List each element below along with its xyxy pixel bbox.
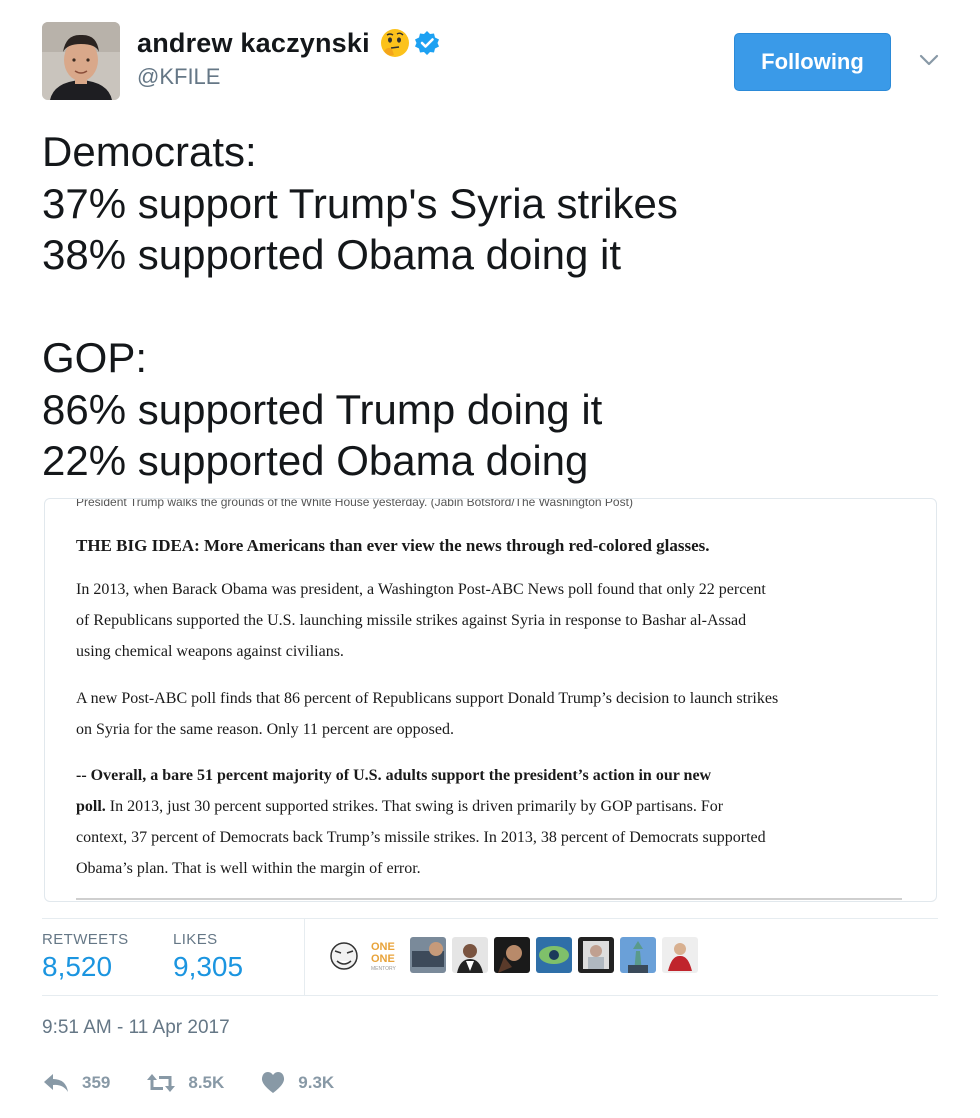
paragraph-line: on Syria for the same reason. Only 11 pe… bbox=[76, 721, 454, 738]
tweet-timestamp[interactable]: 9:51 AM - 11 Apr 2017 bbox=[42, 1017, 230, 1039]
liker-logo-text: ONE bbox=[371, 941, 395, 953]
tweet-line: 38% supported Obama doing it bbox=[42, 231, 622, 278]
paragraph-line: -- Overall, a bare 51 percent majority o… bbox=[76, 760, 766, 791]
photo-caption: President Trump walks the grounds of the… bbox=[76, 498, 633, 509]
tweet-line bbox=[42, 281, 942, 333]
author-avatar[interactable] bbox=[42, 22, 120, 100]
retweet-button[interactable]: 8.5K bbox=[146, 1071, 224, 1095]
tweet-text: Democrats: 37% support Trump's Syria str… bbox=[42, 126, 942, 487]
paragraph-line: using chemical weapons against civilians… bbox=[76, 643, 344, 660]
tweet-line: 37% support Trump's Syria strikes bbox=[42, 179, 678, 227]
liker-logo-text: MENTORY bbox=[371, 966, 396, 972]
liker-avatar[interactable] bbox=[326, 937, 362, 973]
likes-stat[interactable]: LIKES 9,305 bbox=[173, 931, 243, 983]
article-paragraph: A new Post-ABC poll finds that 86 percen… bbox=[76, 683, 778, 745]
thinking-face-icon bbox=[380, 28, 410, 58]
liker-avatars: ONE ONE MENTORY bbox=[326, 937, 698, 973]
bold-lead: -- Overall, a bare 51 percent majority o… bbox=[76, 767, 712, 784]
liker-avatar[interactable] bbox=[662, 937, 698, 973]
author-name-row: andrew kaczynski bbox=[137, 24, 440, 62]
stats-divider bbox=[304, 919, 305, 995]
reply-button[interactable]: 359 bbox=[42, 1071, 110, 1095]
liker-avatar[interactable] bbox=[410, 937, 446, 973]
paragraph-line: Obama’s plan. That is well within the ma… bbox=[76, 860, 421, 877]
author-display-name[interactable]: andrew kaczynski bbox=[137, 28, 370, 59]
card-divider bbox=[76, 898, 902, 900]
attached-image-card[interactable]: President Trump walks the grounds of the… bbox=[44, 498, 937, 902]
liker-avatar[interactable] bbox=[452, 937, 488, 973]
paragraph-text: In 2013, just 30 percent supported strik… bbox=[105, 798, 724, 815]
liker-avatar[interactable] bbox=[620, 937, 656, 973]
tweet-line: 22% supported Obama doing bbox=[42, 437, 589, 484]
tweet-actions: 359 8.5K 9.3K bbox=[42, 1068, 370, 1098]
reply-icon bbox=[44, 1074, 68, 1092]
article-heading: THE BIG IDEA: More Americans than ever v… bbox=[76, 536, 710, 555]
like-count: 9.3K bbox=[298, 1073, 335, 1092]
retweets-value: 8,520 bbox=[42, 951, 113, 982]
liker-avatar[interactable] bbox=[578, 937, 614, 973]
liker-logo-text: ONE bbox=[371, 953, 395, 965]
liker-avatar[interactable] bbox=[494, 937, 530, 973]
article-paragraph: In 2013, when Barack Obama was president… bbox=[76, 574, 766, 667]
tweet-header: andrew kaczynski @KFILE Following bbox=[42, 22, 942, 102]
paragraph-line: context, 37 percent of Democrats back Tr… bbox=[76, 829, 766, 846]
likes-value: 9,305 bbox=[173, 951, 244, 982]
retweets-stat[interactable]: RETWEETS 8,520 bbox=[42, 931, 129, 983]
article-paragraph: -- Overall, a bare 51 percent majority o… bbox=[76, 760, 766, 884]
paragraph-line: In 2013, when Barack Obama was president… bbox=[76, 581, 766, 598]
retweet-count: 8.5K bbox=[188, 1073, 225, 1092]
likes-label: LIKES bbox=[173, 931, 218, 948]
liker-avatar[interactable] bbox=[536, 937, 572, 973]
reply-count: 359 bbox=[82, 1073, 111, 1092]
tweet-line: Democrats: bbox=[42, 128, 257, 175]
chevron-down-icon[interactable] bbox=[918, 50, 940, 70]
heart-icon bbox=[262, 1072, 285, 1093]
retweets-label: RETWEETS bbox=[42, 931, 129, 948]
like-button[interactable]: 9.3K bbox=[260, 1071, 334, 1095]
retweet-icon bbox=[147, 1074, 176, 1092]
paragraph-line: A new Post-ABC poll finds that 86 percen… bbox=[76, 690, 779, 707]
liker-avatar[interactable]: ONE ONE MENTORY bbox=[368, 937, 404, 973]
paragraph-line: poll. In 2013, just 30 percent supported… bbox=[76, 791, 766, 822]
tweet-stats: RETWEETS 8,520 LIKES 9,305 ONE ONE MENTO… bbox=[42, 918, 938, 996]
tweet-line: GOP: bbox=[42, 334, 148, 381]
paragraph-line: of Republicans supported the U.S. launch… bbox=[76, 612, 747, 629]
verified-badge-icon bbox=[414, 30, 440, 56]
author-handle[interactable]: @KFILE bbox=[137, 64, 220, 90]
following-button[interactable]: Following bbox=[734, 33, 891, 91]
bold-lead: poll. bbox=[76, 798, 106, 815]
tweet-line: 86% supported Trump doing it bbox=[42, 385, 603, 433]
